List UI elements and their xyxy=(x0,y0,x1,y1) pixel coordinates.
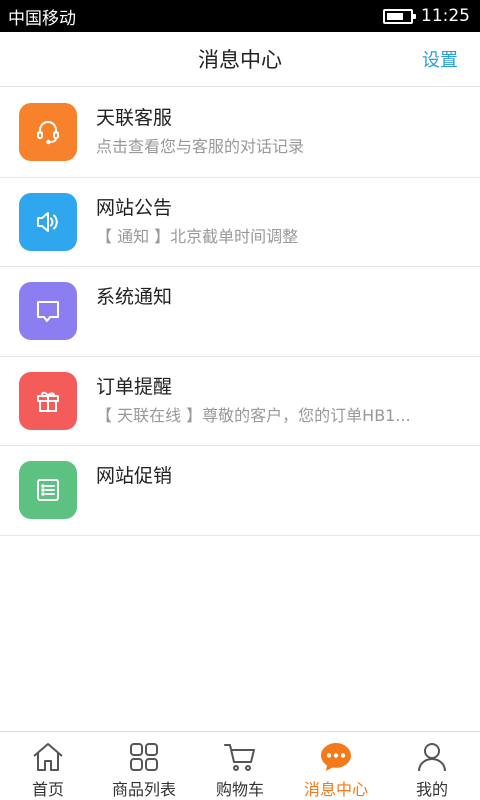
home-icon xyxy=(31,740,65,774)
speaker-icon xyxy=(19,192,77,251)
message-item-promotion[interactable]: 网站促销 xyxy=(0,446,480,536)
message-icon xyxy=(319,740,353,774)
message-subtitle: 点击查看您与客服的对话记录 xyxy=(96,137,305,156)
cart-icon xyxy=(223,740,257,774)
carrier-name: 中国移动 xyxy=(8,8,76,29)
status-bar: 中国移动 11:25 xyxy=(0,0,480,32)
tab-profile[interactable]: 我的 xyxy=(384,732,480,800)
battery-icon xyxy=(383,8,416,24)
message-subtitle: 【 通知 】北京截单时间调整 xyxy=(96,226,299,246)
message-item-order-reminder[interactable]: 订单提醒 【 天联在线 】尊敬的客户，您的订单HB1... xyxy=(0,357,480,446)
message-title: 网站公告 xyxy=(96,196,173,219)
page-header: 消息中心 设置 xyxy=(0,32,480,87)
user-icon xyxy=(415,740,449,774)
tab-label: 首页 xyxy=(31,780,64,799)
settings-button[interactable]: 设置 xyxy=(422,46,458,72)
message-title: 订单提醒 xyxy=(96,375,173,398)
tab-label: 商品列表 xyxy=(111,780,176,799)
tab-home[interactable]: 首页 xyxy=(0,732,96,800)
message-subtitle: 【 天联在线 】尊敬的客户，您的订单HB1... xyxy=(96,405,411,425)
tab-product-list[interactable]: 商品列表 xyxy=(96,732,192,800)
message-item-customer-service[interactable]: 天联客服 点击查看您与客服的对话记录 xyxy=(0,88,480,178)
gift-icon xyxy=(19,371,77,430)
tab-label: 消息中心 xyxy=(303,780,368,799)
tab-label: 购物车 xyxy=(215,780,264,799)
tab-label: 我的 xyxy=(415,780,448,799)
tab-cart[interactable]: 购物车 xyxy=(192,732,288,800)
bottom-tab-bar: 首页 商品列表 购物车 消息中心 我的 xyxy=(0,731,480,800)
chat-bubble-icon xyxy=(19,282,77,340)
headset-icon xyxy=(19,103,77,161)
tab-message-center[interactable]: 消息中心 xyxy=(288,732,384,800)
message-item-announcement[interactable]: 网站公告 【 通知 】北京截单时间调整 xyxy=(0,178,480,267)
message-title: 系统通知 xyxy=(96,286,173,308)
clock: 11:25 xyxy=(421,6,470,26)
list-icon xyxy=(19,461,77,519)
grid-icon xyxy=(127,740,161,774)
message-list: 天联客服 点击查看您与客服的对话记录 网站公告 【 通知 】北京截单时间调整 系… xyxy=(0,88,480,536)
status-right: 11:25 xyxy=(383,6,470,26)
message-title: 天联客服 xyxy=(96,107,173,129)
message-item-system-notice[interactable]: 系统通知 xyxy=(0,267,480,357)
message-title: 网站促销 xyxy=(96,465,173,487)
page-title: 消息中心 xyxy=(198,48,282,72)
